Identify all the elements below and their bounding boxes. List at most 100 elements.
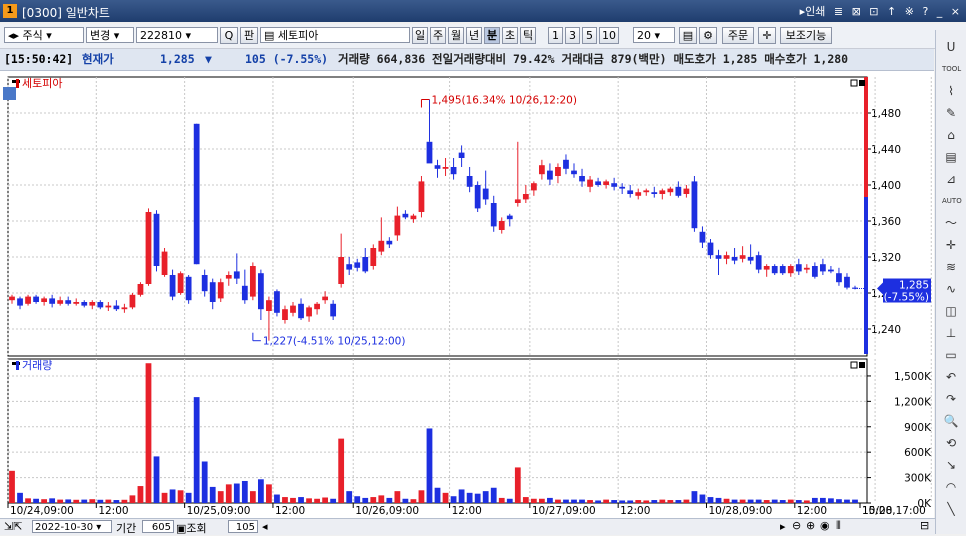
volume-bar: [338, 438, 345, 503]
zoom-out-icon[interactable]: ⊖: [792, 519, 801, 532]
candle-body: [723, 255, 730, 259]
order-button[interactable]: 주문: [722, 27, 754, 44]
interval-input[interactable]: 20 ▾: [633, 27, 675, 43]
stock-code-input[interactable]: 222810 ▾: [136, 27, 218, 43]
interval-5-button[interactable]: 5: [582, 27, 597, 44]
volume-bar: [747, 499, 754, 503]
volume-bar: [530, 498, 537, 503]
period-second-button[interactable]: 초: [502, 27, 518, 44]
sidebar-tool-icon[interactable]: TOOL: [942, 60, 961, 78]
candle-body: [659, 190, 666, 194]
date-value: 2022-10-30: [35, 522, 94, 533]
close-icon[interactable]: ×: [951, 5, 960, 18]
help-icon[interactable]: ?: [922, 5, 928, 18]
save-icon[interactable]: ▤: [679, 27, 697, 44]
low-annotation: 1,227(-4.51% 10/25,12:00): [263, 336, 406, 348]
stock-name-field[interactable]: ▤ 세토피아: [260, 27, 410, 43]
change-select[interactable]: 변경 ▾: [86, 27, 134, 43]
sidebar-tool-icon[interactable]: ◠: [942, 478, 960, 496]
volume-bar: [579, 499, 585, 503]
interval-3-button[interactable]: 3: [565, 27, 580, 44]
volume-bar: [603, 499, 610, 503]
pan-button[interactable]: 판: [240, 27, 258, 44]
candle-body: [241, 285, 248, 301]
sidebar-tool-icon[interactable]: ⊿: [942, 170, 960, 188]
chart-area[interactable]: 1,2401,2801,3201,3601,4001,4401,4800K300…: [0, 71, 934, 518]
crosshair-icon[interactable]: ✛: [758, 27, 776, 44]
sidebar-tool-icon[interactable]: ↶: [942, 368, 960, 386]
period-month-button[interactable]: 월: [448, 27, 464, 44]
sidebar-tool-icon[interactable]: ╲: [942, 500, 960, 518]
pin-icon[interactable]: ↑: [887, 5, 896, 18]
candle-body: [338, 257, 345, 284]
chart-svg[interactable]: 1,2401,2801,3201,3601,4001,4401,4800K300…: [0, 71, 934, 518]
sidebar-tool-icon[interactable]: ∿: [942, 280, 960, 298]
period-tick-button[interactable]: 틱: [520, 27, 536, 44]
gear-icon[interactable]: ⚙: [699, 27, 717, 44]
sidebar-tool-icon[interactable]: ✎: [942, 104, 960, 122]
candle-body: [394, 215, 401, 236]
interval-10-button[interactable]: 10: [599, 27, 619, 44]
window-icon[interactable]: ⊠: [852, 5, 861, 18]
sidebar-tool-icon[interactable]: ↷: [942, 390, 960, 408]
period-input[interactable]: 605: [142, 520, 174, 533]
x-tick-label: 10/24,09:00: [10, 505, 74, 517]
candle-body: [643, 190, 650, 193]
period-minute-button[interactable]: 분: [484, 27, 500, 44]
sidebar-tool-icon[interactable]: ↘: [942, 456, 960, 474]
search-button[interactable]: Q: [220, 27, 238, 44]
sidebar-tool-icon[interactable]: AUTO: [942, 192, 962, 210]
sidebar-tool-icon[interactable]: ≋: [942, 258, 960, 276]
zoom-in-icon[interactable]: ⊕: [806, 519, 815, 532]
sidebar-tool-icon[interactable]: 〜: [942, 214, 960, 232]
settings-icon[interactable]: ※: [905, 5, 914, 18]
candle-body: [33, 296, 39, 302]
nav-icon[interactable]: ⇲⇱: [4, 520, 22, 533]
bars-icon[interactable]: ⦀: [836, 519, 841, 533]
screen-title: 일반차트: [65, 6, 110, 20]
sidebar-tool-icon[interactable]: ▭: [942, 346, 960, 364]
volume-bar: [803, 500, 810, 503]
volume-bar: [17, 492, 23, 503]
volume-bar: [257, 479, 264, 503]
sidebar-tool-icon[interactable]: ▤: [942, 148, 960, 166]
sidebar-tool-icon[interactable]: ⟲: [942, 434, 960, 452]
marker-icon[interactable]: ◉: [820, 519, 830, 532]
sidebar-tool-icon[interactable]: 🔍: [942, 412, 960, 430]
candle-body: [330, 303, 337, 317]
menu-icon[interactable]: ≣: [834, 5, 843, 18]
volume-bar: [498, 497, 505, 503]
candle-body: [274, 291, 280, 313]
period-year-button[interactable]: 년: [466, 27, 482, 44]
sidebar-tool-icon[interactable]: ⌇: [942, 82, 960, 100]
candle-body: [209, 282, 216, 302]
sidebar-tool-icon[interactable]: U: [942, 38, 960, 56]
assist-button[interactable]: 보조기능: [780, 27, 832, 44]
scroll-right-icon[interactable]: ▸: [780, 520, 786, 533]
current-price-change: (-7.55%): [884, 292, 929, 304]
layout-icon[interactable]: ⊟: [920, 519, 929, 532]
sidebar-tool-icon[interactable]: ✛: [942, 236, 960, 254]
candle-body: [65, 300, 72, 304]
window-icon-2[interactable]: ⊡: [869, 5, 878, 18]
market-type-select[interactable]: ◂▸ 주식 ▾: [4, 27, 84, 43]
candle-body: [563, 159, 569, 169]
volume-bar: [763, 500, 770, 503]
sidebar-tool-icon[interactable]: ⊥: [942, 324, 960, 342]
volume-bar: [137, 486, 144, 503]
period-week-button[interactable]: 주: [430, 27, 446, 44]
sidebar-tool-icon[interactable]: ◫: [942, 302, 960, 320]
volume-bar: [145, 363, 152, 503]
volume-bar: [201, 461, 208, 503]
print-link[interactable]: ▸인쇄: [800, 5, 826, 18]
sidebar-tool-icon[interactable]: ⌂: [942, 126, 960, 144]
candle-body: [354, 262, 361, 268]
scroll-left-icon[interactable]: ◂: [262, 520, 268, 533]
minimize-icon[interactable]: _: [937, 5, 943, 18]
date-select[interactable]: 2022-10-30 ▾: [32, 520, 112, 533]
period-day-button[interactable]: 일: [412, 27, 428, 44]
candle-body: [362, 257, 369, 272]
count-input[interactable]: 105: [228, 520, 258, 533]
interval-1-button[interactable]: 1: [548, 27, 563, 44]
price-panel-title: 세토피아: [22, 77, 62, 90]
